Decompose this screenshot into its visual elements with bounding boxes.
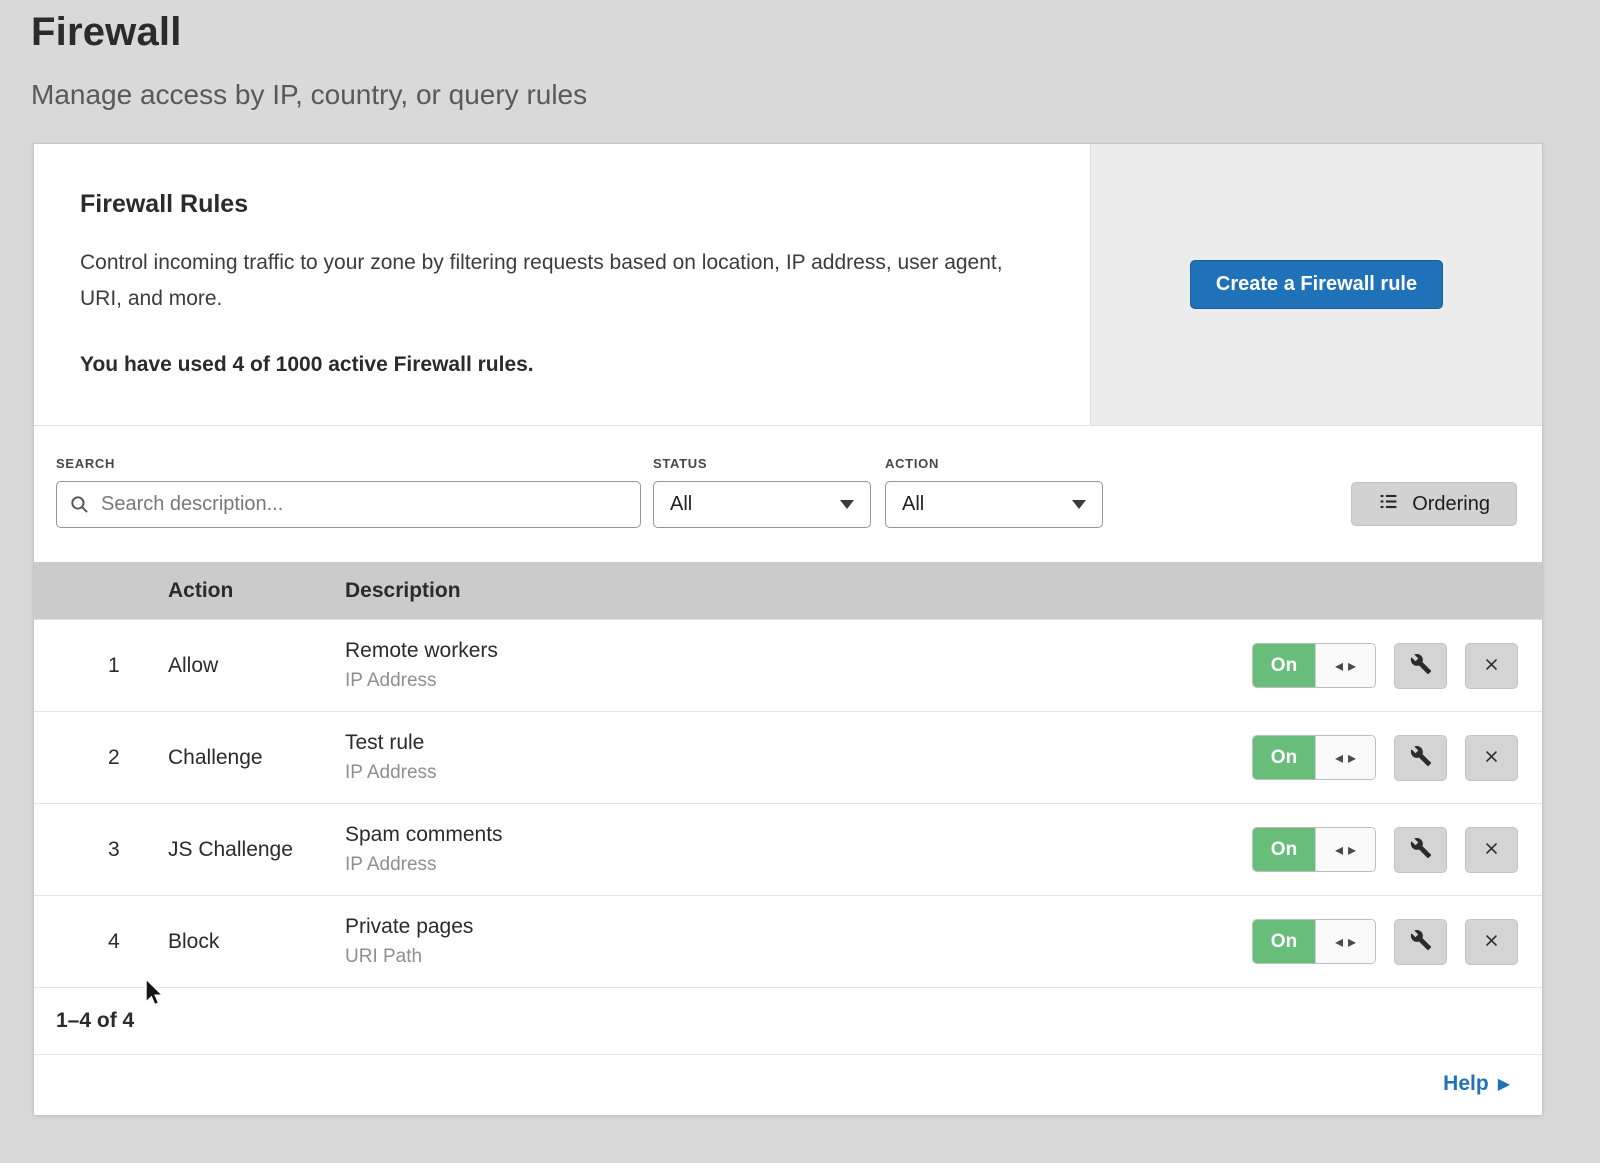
table-row: 3 JS Challenge Spam comments IP Address …: [34, 803, 1542, 895]
usage-summary: You have used 4 of 1000 active Firewall …: [80, 353, 1030, 377]
edit-rule-button[interactable]: [1394, 643, 1447, 689]
action-select[interactable]: All: [885, 481, 1103, 528]
create-rule-panel: Create a Firewall rule: [1090, 144, 1542, 425]
rule-controls: On ◂▸: [1252, 827, 1542, 873]
rule-match-type: IP Address: [345, 854, 1252, 876]
rule-description: Spam comments: [345, 823, 1252, 847]
ordering-button[interactable]: Ordering: [1351, 482, 1517, 526]
wrench-icon: [1410, 745, 1432, 770]
page-title: Firewall: [31, 10, 1600, 55]
column-header-description: Description: [345, 579, 1252, 603]
rule-action: Challenge: [168, 746, 345, 770]
toggle-arrows-icon: ◂▸: [1315, 920, 1375, 963]
section-title: Firewall Rules: [80, 190, 1030, 219]
rule-action: Block: [168, 930, 345, 954]
rule-action: Allow: [168, 654, 345, 678]
help-link-label: Help: [1443, 1072, 1489, 1096]
status-select-value: All: [670, 493, 692, 516]
status-toggle[interactable]: On ◂▸: [1252, 643, 1376, 688]
action-label: ACTION: [885, 456, 1103, 471]
action-select-value: All: [902, 493, 924, 516]
rule-description-cell: Test rule IP Address: [345, 731, 1252, 784]
table-row: 2 Challenge Test rule IP Address On ◂▸: [34, 711, 1542, 803]
toggle-arrows-icon: ◂▸: [1315, 736, 1375, 779]
column-header-action: Action: [168, 579, 345, 603]
wrench-icon: [1410, 653, 1432, 678]
status-toggle[interactable]: On ◂▸: [1252, 827, 1376, 872]
section-description: Control incoming traffic to your zone by…: [80, 245, 1030, 317]
toggle-on-label: On: [1253, 828, 1315, 871]
status-select[interactable]: All: [653, 481, 871, 528]
rule-match-type: IP Address: [345, 670, 1252, 692]
firewall-card: Firewall Rules Control incoming traffic …: [33, 143, 1543, 1116]
ordered-list-icon: [1378, 491, 1399, 518]
firewall-rules-intro-text: Firewall Rules Control incoming traffic …: [34, 144, 1090, 425]
filters-bar: SEARCH STATUS All ACTION All: [34, 426, 1542, 562]
rule-number: 2: [34, 746, 168, 770]
delete-rule-button[interactable]: [1465, 643, 1518, 689]
delete-rule-button[interactable]: [1465, 735, 1518, 781]
rule-description: Remote workers: [345, 639, 1252, 663]
rule-description: Private pages: [345, 915, 1252, 939]
status-filter-group: STATUS All: [653, 456, 871, 528]
page-header: Firewall Manage access by IP, country, o…: [0, 0, 1600, 111]
close-icon: [1482, 747, 1501, 769]
rule-controls: On ◂▸: [1252, 643, 1542, 689]
rule-description-cell: Remote workers IP Address: [345, 639, 1252, 692]
table-row: 4 Block Private pages URI Path On ◂▸: [34, 895, 1542, 987]
help-arrow-icon: ▶: [1498, 1074, 1510, 1094]
help-link[interactable]: Help ▶: [1443, 1072, 1510, 1096]
status-toggle[interactable]: On ◂▸: [1252, 919, 1376, 964]
firewall-rules-intro: Firewall Rules Control incoming traffic …: [34, 144, 1542, 426]
table-header-row: Action Description: [34, 562, 1542, 619]
toggle-arrows-icon: ◂▸: [1315, 828, 1375, 871]
status-toggle[interactable]: On ◂▸: [1252, 735, 1376, 780]
rule-number: 3: [34, 838, 168, 862]
toggle-on-label: On: [1253, 920, 1315, 963]
status-label: STATUS: [653, 456, 871, 471]
close-icon: [1482, 655, 1501, 677]
search-filter-group: SEARCH: [56, 456, 641, 528]
rule-match-type: IP Address: [345, 762, 1252, 784]
wrench-icon: [1410, 929, 1432, 954]
action-filter-group: ACTION All: [885, 456, 1103, 528]
toggle-on-label: On: [1253, 644, 1315, 687]
rule-description: Test rule: [345, 731, 1252, 755]
rule-controls: On ◂▸: [1252, 919, 1542, 965]
card-footer: Help ▶: [34, 1054, 1542, 1115]
chevron-down-icon: [840, 500, 854, 509]
toggle-on-label: On: [1253, 736, 1315, 779]
search-label: SEARCH: [56, 456, 641, 471]
table-row: 1 Allow Remote workers IP Address On ◂▸: [34, 619, 1542, 711]
wrench-icon: [1410, 837, 1432, 862]
pagination-summary: 1–4 of 4: [34, 987, 1542, 1054]
firewall-rules-table: Action Description 1 Allow Remote worker…: [34, 562, 1542, 1054]
create-firewall-rule-button[interactable]: Create a Firewall rule: [1190, 260, 1443, 309]
delete-rule-button[interactable]: [1465, 919, 1518, 965]
close-icon: [1482, 839, 1501, 861]
ordering-button-label: Ordering: [1412, 493, 1490, 516]
chevron-down-icon: [1072, 500, 1086, 509]
edit-rule-button[interactable]: [1394, 735, 1447, 781]
rule-number: 1: [34, 654, 168, 678]
rule-match-type: URI Path: [345, 946, 1252, 968]
delete-rule-button[interactable]: [1465, 827, 1518, 873]
rule-description-cell: Spam comments IP Address: [345, 823, 1252, 876]
rule-controls: On ◂▸: [1252, 735, 1542, 781]
page-subtitle: Manage access by IP, country, or query r…: [31, 79, 1600, 111]
search-input[interactable]: [56, 481, 641, 528]
toggle-arrows-icon: ◂▸: [1315, 644, 1375, 687]
search-box: [56, 481, 641, 528]
rule-number: 4: [34, 930, 168, 954]
close-icon: [1482, 931, 1501, 953]
edit-rule-button[interactable]: [1394, 919, 1447, 965]
rule-action: JS Challenge: [168, 838, 345, 862]
rule-description-cell: Private pages URI Path: [345, 915, 1252, 968]
edit-rule-button[interactable]: [1394, 827, 1447, 873]
